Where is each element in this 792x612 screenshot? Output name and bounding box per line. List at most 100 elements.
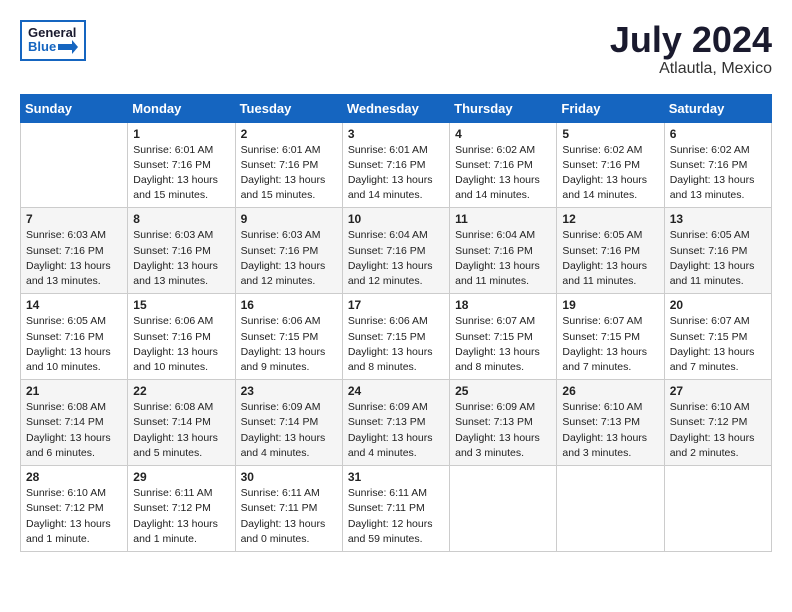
day-number: 8: [133, 212, 229, 226]
day-number: 1: [133, 127, 229, 141]
calendar-cell: [450, 466, 557, 552]
location-subtitle: Atlautla, Mexico: [610, 60, 772, 78]
day-number: 16: [241, 298, 337, 312]
calendar-cell: 23 Sunrise: 6:09 AM Sunset: 7:14 PM Dayli…: [235, 380, 342, 466]
day-info: Sunrise: 6:09 AM Sunset: 7:14 PM Dayligh…: [241, 400, 337, 461]
weekday-header: Tuesday: [235, 94, 342, 122]
day-number: 6: [670, 127, 766, 141]
day-number: 9: [241, 212, 337, 226]
calendar-cell: 26Sunrise: 6:10 AM Sunset: 7:13 PM Dayli…: [557, 380, 664, 466]
calendar-cell: 24 Sunrise: 6:09 AM Sunset: 7:13 PM Dayli…: [342, 380, 449, 466]
day-info: Sunrise: 6:09 AM Sunset: 7:13 PM Dayligh…: [455, 400, 551, 461]
calendar-cell: 20Sunrise: 6:07 AM Sunset: 7:15 PM Dayli…: [664, 294, 771, 380]
day-info: Sunrise: 6:04 AM Sunset: 7:16 PM Dayligh…: [348, 228, 444, 289]
logo-line1: General: [28, 26, 78, 40]
day-number: 31: [348, 470, 444, 484]
title-block: July 2024 Atlautla, Mexico: [610, 20, 772, 78]
weekday-header: Friday: [557, 94, 664, 122]
calendar-cell: 28 Sunrise: 6:10 AM Sunset: 7:12 PM Dayli…: [21, 466, 128, 552]
day-number: 17: [348, 298, 444, 312]
day-info: Sunrise: 6:07 AM Sunset: 7:15 PM Dayligh…: [562, 314, 658, 375]
calendar-cell: 10 Sunrise: 6:04 AM Sunset: 7:16 PM Dayli…: [342, 208, 449, 294]
calendar-cell: 5Sunrise: 6:02 AM Sunset: 7:16 PM Daylig…: [557, 122, 664, 208]
calendar-cell: 1 Sunrise: 6:01 AM Sunset: 7:16 PM Daylig…: [128, 122, 235, 208]
calendar-cell: 31 Sunrise: 6:11 AM Sunset: 7:11 PM Dayli…: [342, 466, 449, 552]
calendar-cell: 15Sunrise: 6:06 AM Sunset: 7:16 PM Dayli…: [128, 294, 235, 380]
day-info: Sunrise: 6:03 AM Sunset: 7:16 PM Dayligh…: [133, 228, 229, 289]
day-number: 23: [241, 384, 337, 398]
day-info: Sunrise: 6:03 AM Sunset: 7:16 PM Dayligh…: [241, 228, 337, 289]
day-info: Sunrise: 6:03 AM Sunset: 7:16 PM Dayligh…: [26, 228, 122, 289]
day-info: Sunrise: 6:10 AM Sunset: 7:12 PM Dayligh…: [670, 400, 766, 461]
day-number: 25: [455, 384, 551, 398]
day-number: 30: [241, 470, 337, 484]
day-info: Sunrise: 6:11 AM Sunset: 7:12 PM Dayligh…: [133, 486, 229, 547]
day-number: 13: [670, 212, 766, 226]
calendar-cell: 16 Sunrise: 6:06 AM Sunset: 7:15 PM Dayli…: [235, 294, 342, 380]
calendar-cell: 7 Sunrise: 6:03 AM Sunset: 7:16 PM Daylig…: [21, 208, 128, 294]
month-year-title: July 2024: [610, 20, 772, 60]
weekday-header: Monday: [128, 94, 235, 122]
calendar-week-row: 28 Sunrise: 6:10 AM Sunset: 7:12 PM Dayli…: [21, 466, 772, 552]
day-info: Sunrise: 6:05 AM Sunset: 7:16 PM Dayligh…: [670, 228, 766, 289]
day-number: 14: [26, 298, 122, 312]
weekday-header: Thursday: [450, 94, 557, 122]
calendar-cell: [664, 466, 771, 552]
calendar-cell: 8 Sunrise: 6:03 AM Sunset: 7:16 PM Daylig…: [128, 208, 235, 294]
calendar-cell: [557, 466, 664, 552]
logo-arrow-icon: [58, 40, 78, 54]
day-number: 7: [26, 212, 122, 226]
day-number: 11: [455, 212, 551, 226]
day-number: 3: [348, 127, 444, 141]
calendar-cell: 12 Sunrise: 6:05 AM Sunset: 7:16 PM Dayli…: [557, 208, 664, 294]
calendar-cell: 18Sunrise: 6:07 AM Sunset: 7:15 PM Dayli…: [450, 294, 557, 380]
calendar-week-row: 1 Sunrise: 6:01 AM Sunset: 7:16 PM Daylig…: [21, 122, 772, 208]
day-number: 29: [133, 470, 229, 484]
calendar-cell: 9 Sunrise: 6:03 AM Sunset: 7:16 PM Daylig…: [235, 208, 342, 294]
day-info: Sunrise: 6:06 AM Sunset: 7:15 PM Dayligh…: [241, 314, 337, 375]
calendar-cell: 2 Sunrise: 6:01 AM Sunset: 7:16 PM Daylig…: [235, 122, 342, 208]
day-info: Sunrise: 6:01 AM Sunset: 7:16 PM Dayligh…: [133, 143, 229, 204]
day-info: Sunrise: 6:05 AM Sunset: 7:16 PM Dayligh…: [562, 228, 658, 289]
calendar-cell: 19 Sunrise: 6:07 AM Sunset: 7:15 PM Dayli…: [557, 294, 664, 380]
day-info: Sunrise: 6:11 AM Sunset: 7:11 PM Dayligh…: [348, 486, 444, 547]
day-info: Sunrise: 6:06 AM Sunset: 7:15 PM Dayligh…: [348, 314, 444, 375]
day-info: Sunrise: 6:09 AM Sunset: 7:13 PM Dayligh…: [348, 400, 444, 461]
weekday-header: Sunday: [21, 94, 128, 122]
day-info: Sunrise: 6:01 AM Sunset: 7:16 PM Dayligh…: [348, 143, 444, 204]
logo-box: General Blue: [20, 20, 86, 61]
day-number: 12: [562, 212, 658, 226]
day-number: 27: [670, 384, 766, 398]
calendar-cell: [21, 122, 128, 208]
calendar-cell: 14 Sunrise: 6:05 AM Sunset: 7:16 PM Dayli…: [21, 294, 128, 380]
day-info: Sunrise: 6:01 AM Sunset: 7:16 PM Dayligh…: [241, 143, 337, 204]
calendar-cell: 13 Sunrise: 6:05 AM Sunset: 7:16 PM Dayli…: [664, 208, 771, 294]
calendar-cell: 30Sunrise: 6:11 AM Sunset: 7:11 PM Dayli…: [235, 466, 342, 552]
day-info: Sunrise: 6:05 AM Sunset: 7:16 PM Dayligh…: [26, 314, 122, 375]
day-info: Sunrise: 6:02 AM Sunset: 7:16 PM Dayligh…: [455, 143, 551, 204]
logo: General Blue: [20, 20, 86, 61]
calendar-cell: 22Sunrise: 6:08 AM Sunset: 7:14 PM Dayli…: [128, 380, 235, 466]
day-info: Sunrise: 6:02 AM Sunset: 7:16 PM Dayligh…: [670, 143, 766, 204]
calendar-week-row: 7 Sunrise: 6:03 AM Sunset: 7:16 PM Daylig…: [21, 208, 772, 294]
calendar-cell: 29 Sunrise: 6:11 AM Sunset: 7:12 PM Dayli…: [128, 466, 235, 552]
weekday-header: Wednesday: [342, 94, 449, 122]
calendar-cell: 21Sunrise: 6:08 AM Sunset: 7:14 PM Dayli…: [21, 380, 128, 466]
day-number: 26: [562, 384, 658, 398]
day-info: Sunrise: 6:08 AM Sunset: 7:14 PM Dayligh…: [26, 400, 122, 461]
calendar-table: SundayMondayTuesdayWednesdayThursdayFrid…: [20, 94, 772, 552]
day-info: Sunrise: 6:08 AM Sunset: 7:14 PM Dayligh…: [133, 400, 229, 461]
day-number: 10: [348, 212, 444, 226]
day-number: 15: [133, 298, 229, 312]
day-info: Sunrise: 6:02 AM Sunset: 7:16 PM Dayligh…: [562, 143, 658, 204]
calendar-cell: 27 Sunrise: 6:10 AM Sunset: 7:12 PM Dayli…: [664, 380, 771, 466]
calendar-cell: 6 Sunrise: 6:02 AM Sunset: 7:16 PM Daylig…: [664, 122, 771, 208]
day-info: Sunrise: 6:10 AM Sunset: 7:12 PM Dayligh…: [26, 486, 122, 547]
day-number: 2: [241, 127, 337, 141]
calendar-cell: 3 Sunrise: 6:01 AM Sunset: 7:16 PM Daylig…: [342, 122, 449, 208]
calendar-week-row: 14 Sunrise: 6:05 AM Sunset: 7:16 PM Dayli…: [21, 294, 772, 380]
day-number: 24: [348, 384, 444, 398]
day-number: 19: [562, 298, 658, 312]
day-number: 28: [26, 470, 122, 484]
page-header: General Blue July 2024 Atlautla, Mexico: [20, 20, 772, 78]
